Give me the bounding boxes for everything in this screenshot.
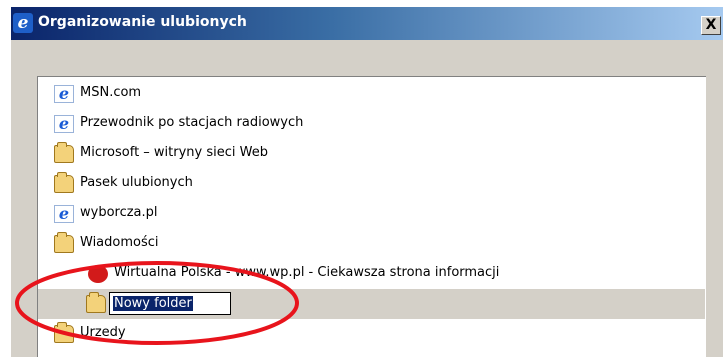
highlight-ring [15,261,299,345]
list-item-label: Przewodnik po stacjach radiowych [80,115,304,130]
list-item-label: Pasek ulubionych [80,175,193,190]
ie-icon: e [54,85,74,103]
list-item-radio-guide[interactable]: e Przewodnik po stacjach radiowych [38,109,705,139]
dialog-title: Organizowanie ulubionych [38,14,247,30]
list-item-wiadomosci-folder[interactable]: Wiadomości [38,229,705,259]
folder-icon [54,142,74,163]
folder-open-icon [54,232,74,253]
list-item-favorites-bar-folder[interactable]: Pasek ulubionych [38,169,705,199]
list-item-label: Microsoft – witryny sieci Web [80,145,268,160]
list-item-msn[interactable]: e MSN.com [38,79,705,109]
close-button[interactable]: X [701,16,721,35]
internet-explorer-icon: e [13,13,33,33]
red-highlight-ellipse [15,261,299,345]
title-bar[interactable]: e Organizowanie ulubionych X [11,7,723,40]
list-item-microsoft-folder[interactable]: Microsoft – witryny sieci Web [38,139,705,169]
list-item-label: MSN.com [80,85,142,100]
folder-icon [54,172,74,193]
list-item-wyborcza[interactable]: e wyborcza.pl [38,199,705,229]
list-item-label: wyborcza.pl [80,205,158,220]
ie-icon: e [54,115,74,133]
list-item-label: Wiadomości [80,235,159,250]
ie-icon: e [54,205,74,223]
